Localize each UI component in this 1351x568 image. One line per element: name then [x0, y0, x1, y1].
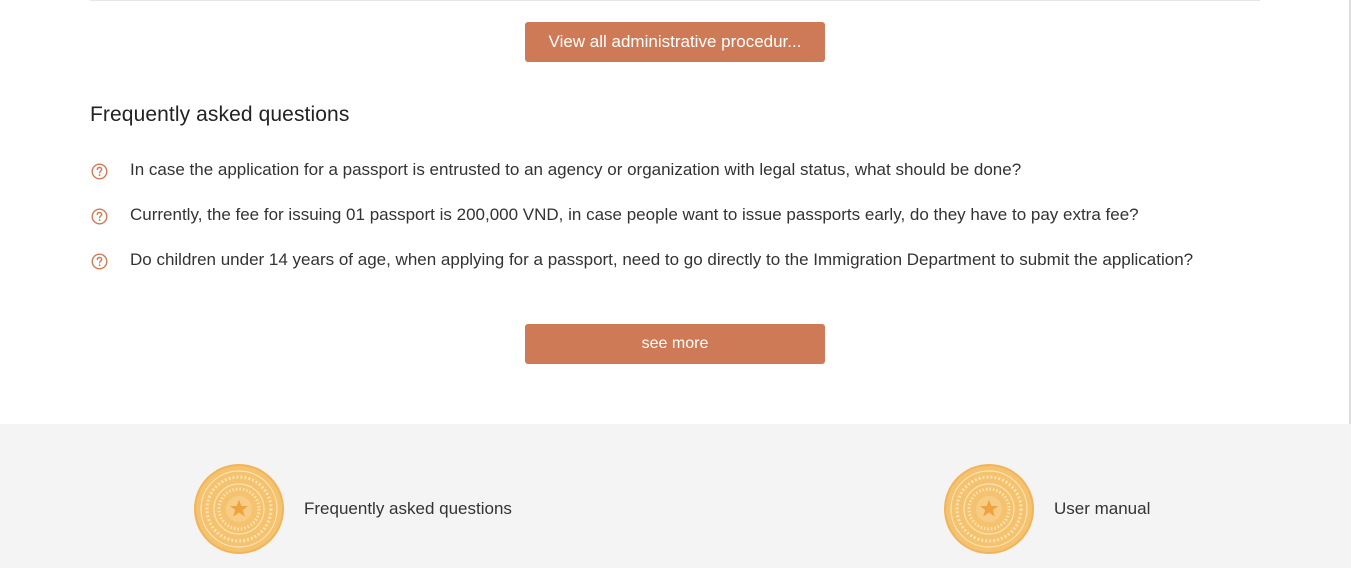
quick-link-user-manual[interactable]: User manual [943, 463, 1150, 555]
quick-link-label: User manual [1054, 499, 1151, 518]
see-more-button[interactable]: see more [525, 324, 825, 364]
view-all-procedures-button[interactable]: View all administrative procedur... [525, 22, 825, 62]
page: View all administrative procedur... Freq… [0, 0, 1351, 568]
faq-item-text: Do children under 14 years of age, when … [130, 250, 1194, 269]
question-circle-icon [91, 163, 108, 180]
faq-item[interactable]: In case the application for a passport i… [90, 158, 1260, 182]
question-circle-icon [91, 253, 108, 270]
faq-item[interactable]: Currently, the fee for issuing 01 passpo… [90, 203, 1260, 227]
faq-section-title: Frequently asked questions [90, 103, 350, 126]
question-circle-icon [91, 208, 108, 225]
faq-item-text: Currently, the fee for issuing 01 passpo… [130, 205, 1139, 224]
national-emblem-icon [944, 464, 1034, 554]
faq-list: In case the application for a passport i… [90, 158, 1260, 272]
quick-link-label: Frequently asked questions [304, 499, 512, 518]
faq-item[interactable]: Do children under 14 years of age, when … [90, 248, 1260, 272]
faq-item-text: In case the application for a passport i… [130, 160, 1022, 179]
quick-link-faq[interactable]: Frequently asked questions [193, 463, 512, 555]
section-divider [90, 0, 1260, 1]
national-emblem-icon [194, 464, 284, 554]
